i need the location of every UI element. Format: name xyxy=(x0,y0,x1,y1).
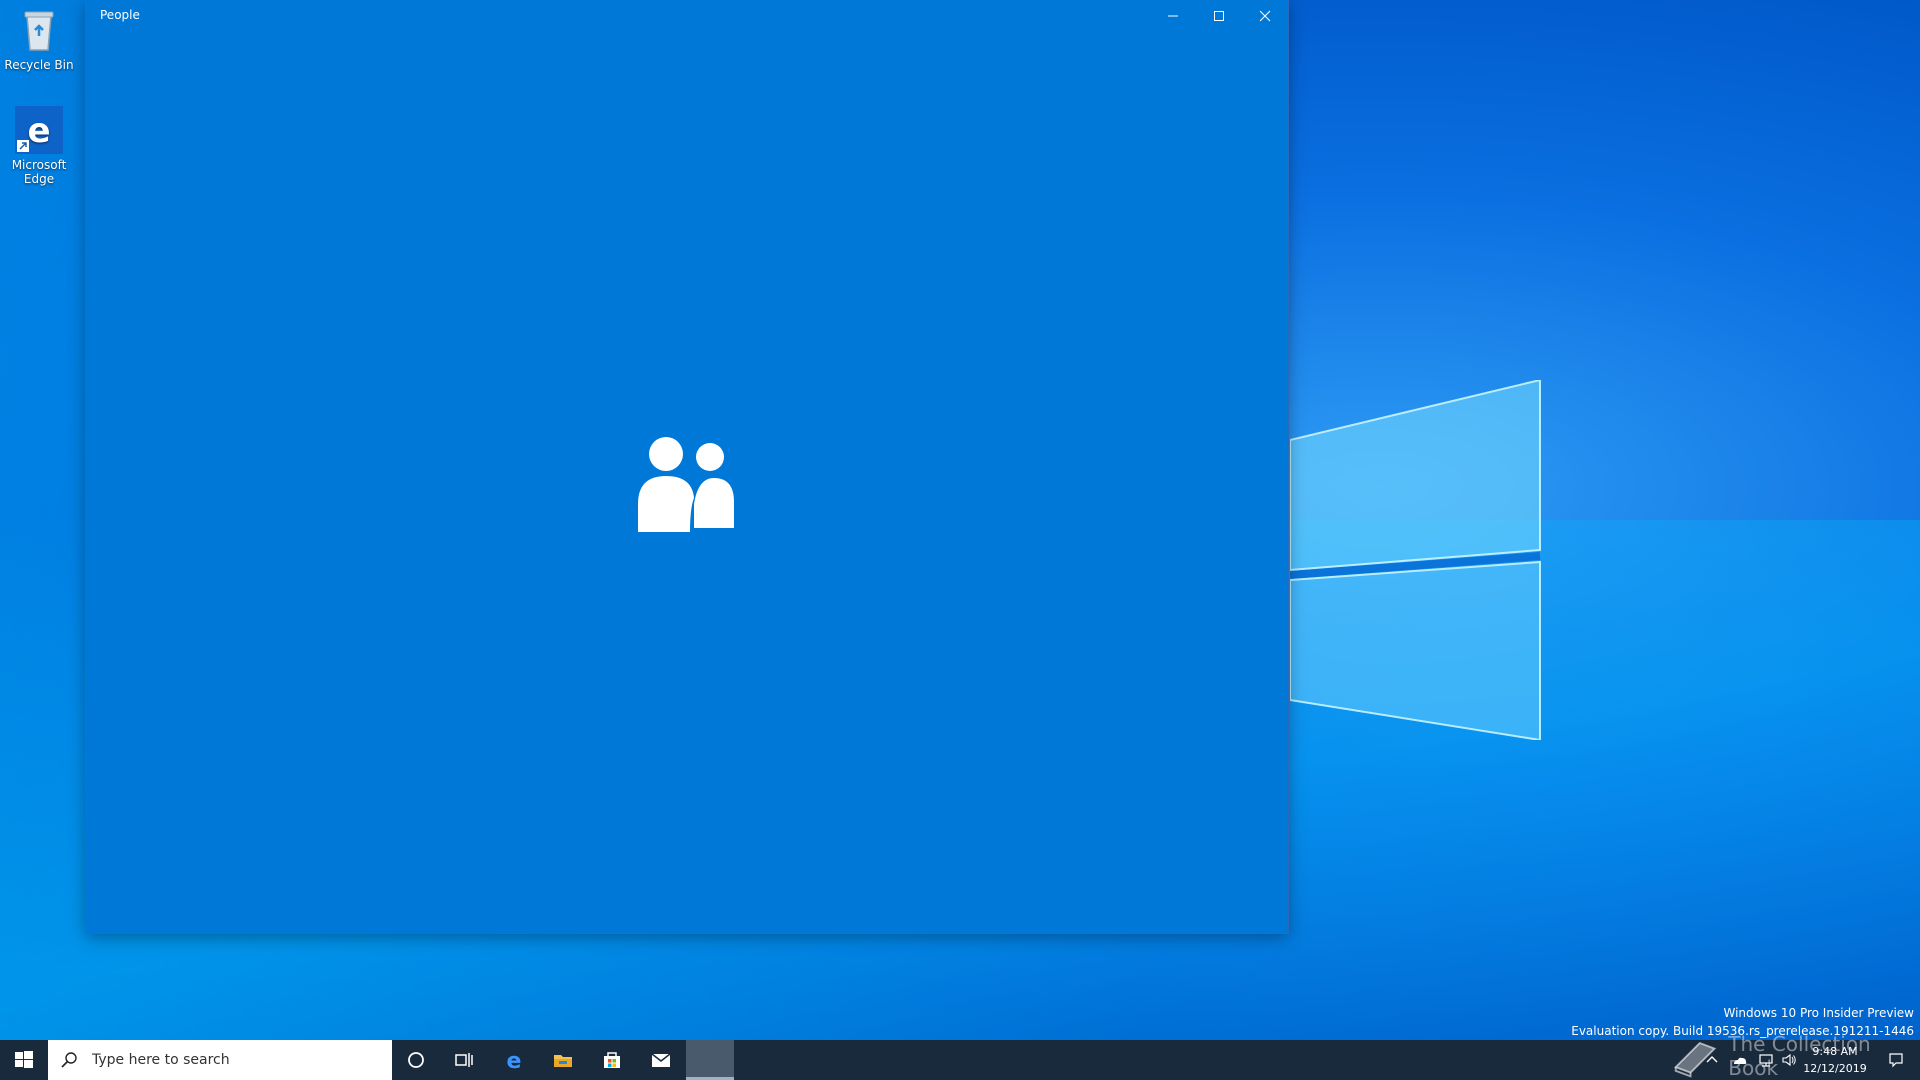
brand-watermark-text: The Collection Book xyxy=(1728,1032,1871,1080)
taskbar-mail[interactable] xyxy=(637,1040,685,1080)
people-app-window: People xyxy=(86,0,1288,933)
svg-text:e: e xyxy=(27,111,50,151)
desktop-icon-label: Recycle Bin xyxy=(4,58,74,72)
edge-icon: e xyxy=(15,106,63,154)
task-view-button[interactable] xyxy=(440,1040,488,1080)
mail-icon xyxy=(651,1053,671,1067)
book-logo-icon xyxy=(1674,1041,1717,1078)
close-icon xyxy=(1259,10,1271,22)
title-bar[interactable]: People xyxy=(86,0,1288,32)
window-title: People xyxy=(100,8,140,22)
people-app-icon xyxy=(699,1048,721,1070)
search-input[interactable] xyxy=(90,1051,374,1069)
start-button[interactable] xyxy=(0,1040,48,1080)
taskbar-file-explorer[interactable] xyxy=(539,1040,587,1080)
desktop-icon-edge[interactable]: e Microsoft Edge xyxy=(0,106,78,186)
desktop-icon-recycle-bin[interactable]: Recycle Bin xyxy=(0,6,78,72)
windows-logo-wallpaper xyxy=(1289,378,1550,742)
start-icon xyxy=(15,1051,33,1068)
cortana-icon xyxy=(408,1052,424,1068)
desktop-icon-label: Microsoft Edge xyxy=(11,158,67,186)
minimize-button[interactable] xyxy=(1150,0,1196,32)
cortana-button[interactable] xyxy=(392,1040,440,1080)
close-button[interactable] xyxy=(1242,0,1288,32)
minimize-icon xyxy=(1168,15,1178,17)
taskbar: e xyxy=(0,1040,1920,1080)
search-icon xyxy=(61,1052,77,1068)
watermark-line1: Windows 10 Pro Insider Preview xyxy=(1723,1006,1914,1020)
taskbar-people-active[interactable] xyxy=(686,1040,734,1080)
recycle-bin-icon xyxy=(15,6,63,54)
taskbar-search[interactable] xyxy=(48,1040,392,1080)
edge-icon: e xyxy=(507,1049,522,1071)
file-explorer-icon xyxy=(554,1055,572,1067)
taskbar-edge[interactable]: e xyxy=(490,1040,538,1080)
store-icon xyxy=(604,1052,620,1068)
brand-watermark: The Collection Book xyxy=(1672,1032,1912,1080)
task-view-icon xyxy=(455,1053,473,1067)
maximize-button[interactable] xyxy=(1196,0,1242,32)
maximize-icon xyxy=(1214,11,1224,21)
taskbar-store[interactable] xyxy=(588,1040,636,1080)
people-icon xyxy=(636,432,738,534)
svg-text:e: e xyxy=(507,1049,522,1071)
